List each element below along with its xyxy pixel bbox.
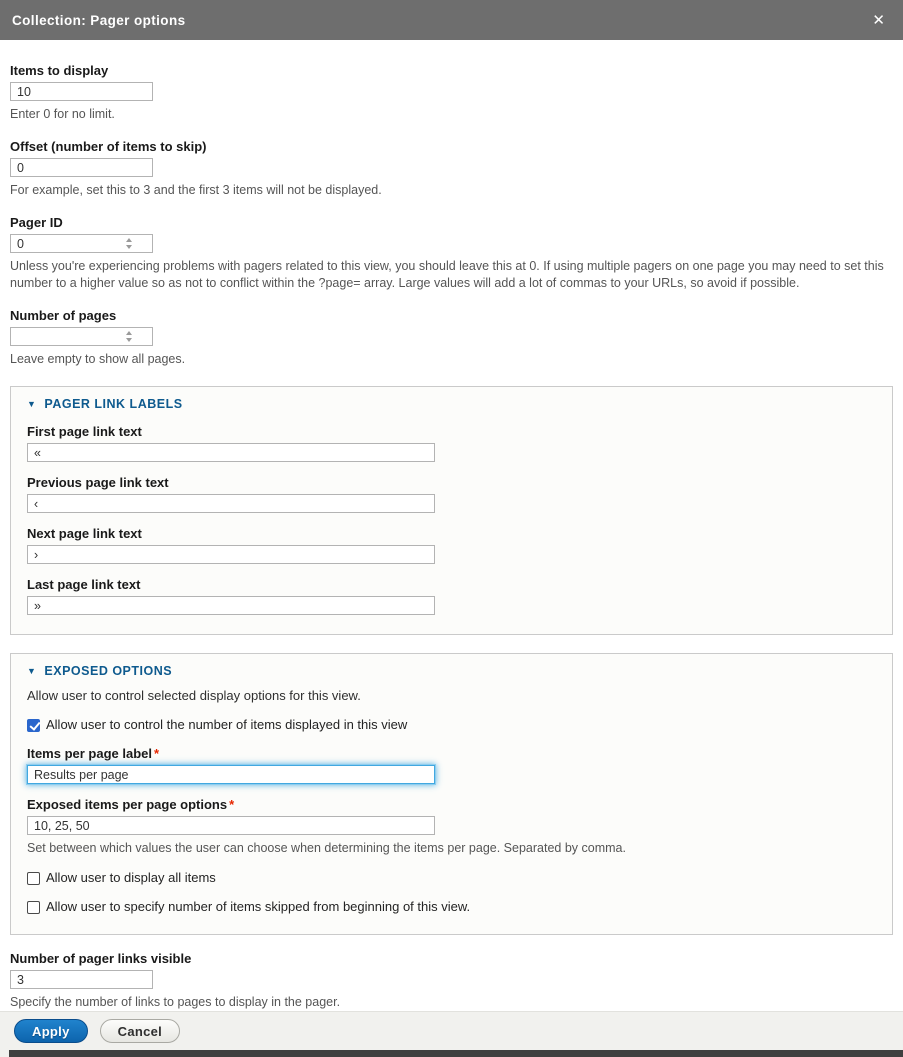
next-page-link-input[interactable] <box>27 545 435 564</box>
form-item-next-page-link: Next page link text <box>27 526 876 564</box>
form-item-first-page-link: First page link text <box>27 424 876 462</box>
items-to-display-label: Items to display <box>10 63 893 78</box>
last-page-link-label: Last page link text <box>27 577 876 592</box>
number-spinner-icon[interactable] <box>125 331 133 342</box>
exposed-items-options-label: Exposed items per page options* <box>27 797 876 812</box>
dialog-header: Collection: Pager options ✕ <box>0 0 903 40</box>
cancel-button[interactable]: Cancel <box>100 1019 180 1043</box>
form-item-previous-page-link: Previous page link text <box>27 475 876 513</box>
collapse-arrow-icon: ▼ <box>27 400 36 409</box>
items-to-display-help: Enter 0 for no limit. <box>10 106 893 123</box>
dialog-button-pane: Apply Cancel <box>0 1011 903 1050</box>
pager-id-label: Pager ID <box>10 215 893 230</box>
display-all-checkbox-label[interactable]: Allow user to display all items <box>46 870 216 886</box>
form-item-offset: Offset (number of items to skip) For exa… <box>10 139 893 199</box>
last-page-link-input[interactable] <box>27 596 435 615</box>
form-item-items-to-display: Items to display Enter 0 for no limit. <box>10 63 893 123</box>
previous-page-link-label: Previous page link text <box>27 475 876 490</box>
number-of-pages-help: Leave empty to show all pages. <box>10 351 893 368</box>
dialog-title: Collection: Pager options <box>12 13 186 28</box>
close-icon[interactable]: ✕ <box>868 11 889 30</box>
strip-bar <box>9 1050 903 1057</box>
form-item-pager-id: Pager ID Unless you're experiencing prob… <box>10 215 893 292</box>
items-per-page-label-input[interactable] <box>27 765 435 784</box>
collapse-arrow-icon: ▼ <box>27 667 36 676</box>
pager-links-visible-label: Number of pager links visible <box>10 951 893 966</box>
next-page-link-label: Next page link text <box>27 526 876 541</box>
form-item-pager-links-visible: Number of pager links visible Specify th… <box>10 951 893 1011</box>
offset-input[interactable] <box>10 158 153 177</box>
skip-items-checkbox-row: Allow user to specify number of items sk… <box>27 899 876 915</box>
required-asterisk: * <box>229 797 234 812</box>
form-item-exposed-items-options: Exposed items per page options* Set betw… <box>27 797 876 857</box>
offset-help: For example, set this to 3 and the first… <box>10 182 893 199</box>
exposed-items-options-help: Set between which values the user can ch… <box>27 840 876 857</box>
exposed-items-options-input[interactable] <box>27 816 435 835</box>
first-page-link-label: First page link text <box>27 424 876 439</box>
pager-link-labels-legend-text: PAGER LINK LABELS <box>44 397 182 411</box>
form-item-number-of-pages: Number of pages Leave empty to show all … <box>10 308 893 368</box>
pager-link-labels-fieldset: ▼ PAGER LINK LABELS First page link text… <box>10 386 893 635</box>
dialog-body: Items to display Enter 0 for no limit. O… <box>0 40 903 1011</box>
exposed-options-legend-text: EXPOSED OPTIONS <box>44 664 172 678</box>
pager-link-labels-legend[interactable]: ▼ PAGER LINK LABELS <box>27 397 876 411</box>
pager-links-visible-input[interactable] <box>10 970 153 989</box>
required-asterisk: * <box>154 746 159 761</box>
control-items-checkbox[interactable] <box>27 719 40 732</box>
first-page-link-input[interactable] <box>27 443 435 462</box>
strip-notch <box>0 1050 9 1057</box>
control-items-checkbox-label[interactable]: Allow user to control the number of item… <box>46 717 407 733</box>
items-per-page-label-label: Items per page label* <box>27 746 876 761</box>
previous-page-link-input[interactable] <box>27 494 435 513</box>
page-background-strip <box>0 1050 903 1057</box>
skip-items-checkbox-label[interactable]: Allow user to specify number of items sk… <box>46 899 470 915</box>
display-all-checkbox[interactable] <box>27 872 40 885</box>
exposed-options-description: Allow user to control selected display o… <box>27 688 876 704</box>
exposed-options-legend[interactable]: ▼ EXPOSED OPTIONS <box>27 664 876 678</box>
number-spinner-icon[interactable] <box>125 238 133 249</box>
form-item-last-page-link: Last page link text <box>27 577 876 615</box>
display-all-checkbox-row: Allow user to display all items <box>27 870 876 886</box>
pager-id-help: Unless you're experiencing problems with… <box>10 258 893 292</box>
offset-label: Offset (number of items to skip) <box>10 139 893 154</box>
items-to-display-input[interactable] <box>10 82 153 101</box>
number-of-pages-label: Number of pages <box>10 308 893 323</box>
control-items-checkbox-row: Allow user to control the number of item… <box>27 717 876 733</box>
skip-items-checkbox[interactable] <box>27 901 40 914</box>
apply-button[interactable]: Apply <box>14 1019 88 1043</box>
form-item-items-per-page-label: Items per page label* <box>27 746 876 784</box>
exposed-options-fieldset: ▼ EXPOSED OPTIONS Allow user to control … <box>10 653 893 935</box>
pager-links-visible-help: Specify the number of links to pages to … <box>10 994 893 1011</box>
